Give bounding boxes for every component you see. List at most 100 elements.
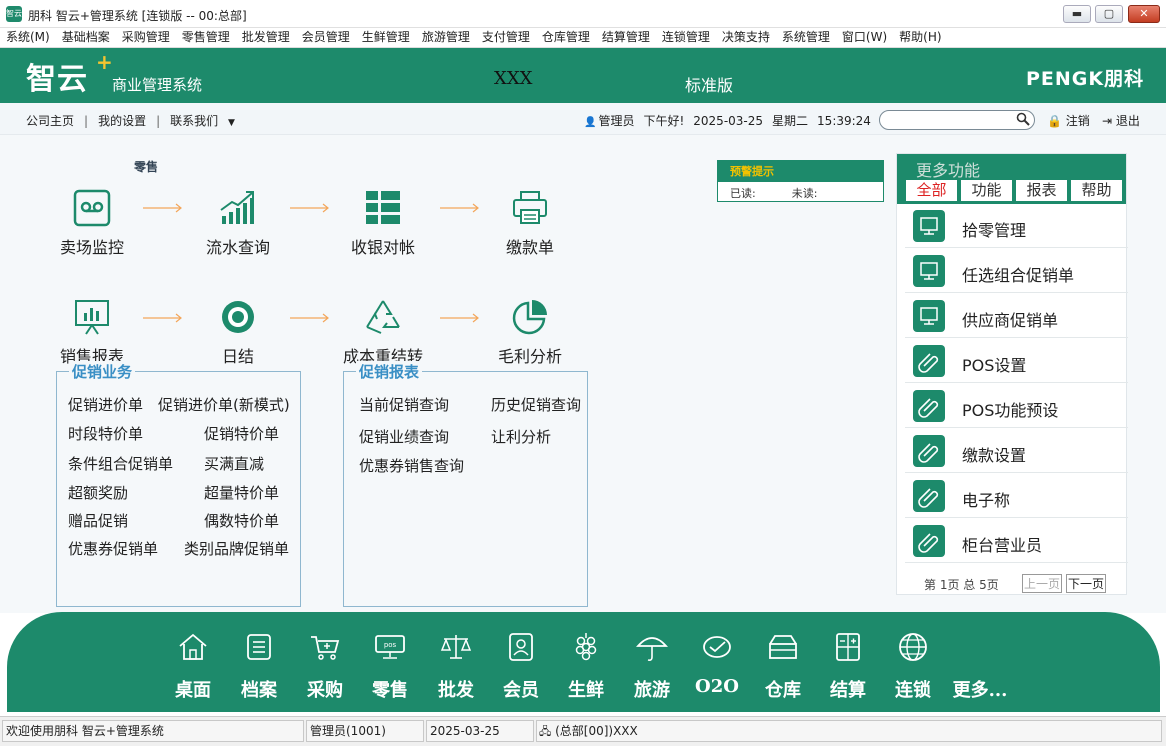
dock-o2o[interactable]: O2O [687, 630, 747, 697]
globe-icon [899, 633, 927, 661]
dock-wholesale[interactable]: 批发 [426, 630, 486, 702]
menu-payment[interactable]: 支付管理 [476, 28, 536, 46]
more-item[interactable]: 缴款设置 [905, 429, 1128, 473]
link-spend-discount[interactable]: 买满直减 [204, 453, 264, 474]
tab-reports[interactable]: 报表 [1016, 180, 1067, 201]
flow-label: 毛利分析 [497, 347, 562, 366]
warning-title: 预警提示 [718, 161, 883, 182]
menu-wholesale[interactable]: 批发管理 [236, 28, 296, 46]
member-card-icon [509, 633, 533, 661]
flow-payment-slip[interactable]: 缴款单 [480, 188, 580, 258]
greeting: 下午好! [643, 114, 685, 128]
warning-unread[interactable]: 未读: [792, 187, 818, 200]
menu-basic-files[interactable]: 基础档案 [56, 28, 116, 46]
menu-settlement[interactable]: 结算管理 [596, 28, 656, 46]
flow-sales-report[interactable]: 销售报表 [42, 297, 142, 367]
link-history-promo-query[interactable]: 历史促销查询 [491, 394, 581, 415]
link-time-special-price[interactable]: 时段特价单 [68, 423, 143, 444]
nav-home[interactable]: 公司主页 [26, 114, 74, 128]
flow-cost-recarry[interactable]: 成本重结转 [333, 297, 433, 367]
nav-settings[interactable]: 我的设置 [98, 114, 146, 128]
dock-files[interactable]: 档案 [229, 630, 289, 702]
paperclip-icon [913, 390, 945, 422]
more-item[interactable]: POS设置 [905, 339, 1128, 383]
link-coupon-sales-query[interactable]: 优惠券销售查询 [359, 455, 464, 476]
more-item[interactable]: 任选组合促销单 [905, 249, 1128, 293]
dock-label: 旅游 [634, 680, 670, 701]
link-discount-analysis[interactable]: 让利分析 [491, 426, 551, 447]
flow-cashier-reconcile[interactable]: 收银对帐 [333, 188, 433, 258]
link-gift-promo[interactable]: 赠品促销 [68, 510, 128, 531]
dock-fresh[interactable]: 生鲜 [556, 630, 616, 702]
link-volume-special-price[interactable]: 超量特价单 [204, 482, 279, 503]
cart-icon [311, 636, 340, 660]
menu-retail[interactable]: 零售管理 [176, 28, 236, 46]
maximize-button[interactable]: ▢ [1095, 5, 1123, 23]
chevron-down-icon[interactable]: ▼ [228, 118, 235, 128]
link-promo-special-price[interactable]: 促销特价单 [204, 423, 279, 444]
minimize-button[interactable]: ▬ [1063, 5, 1091, 23]
dock-label: 连锁 [895, 680, 931, 701]
menu-warehouse[interactable]: 仓库管理 [536, 28, 596, 46]
target-icon [222, 301, 254, 333]
link-excess-reward[interactable]: 超额奖励 [68, 482, 128, 503]
flow-daily-close[interactable]: 日结 [188, 297, 288, 367]
dock-chain[interactable]: 连锁 [883, 630, 943, 702]
dock-label: 会员 [503, 680, 539, 701]
flow-margin-analysis[interactable]: 毛利分析 [480, 297, 580, 367]
dock-travel[interactable]: 旅游 [622, 630, 682, 702]
link-even-special-price[interactable]: 偶数特价单 [204, 510, 279, 531]
flow-label: 日结 [221, 347, 254, 366]
flow-transaction-query[interactable]: 流水查询 [188, 188, 288, 258]
monitor-icon [913, 300, 945, 332]
link-promo-purchase-price[interactable]: 促销进价单 [68, 394, 143, 415]
company-name: XXX [494, 68, 533, 89]
app-icon: 智云 [6, 6, 22, 22]
more-item[interactable]: 电子称 [905, 474, 1128, 518]
menu-chain[interactable]: 连锁管理 [656, 28, 716, 46]
warning-read[interactable]: 已读: [730, 187, 756, 200]
more-item[interactable]: 柜台营业员 [905, 519, 1128, 563]
menu-decision[interactable]: 决策支持 [716, 28, 776, 46]
dock-warehouse[interactable]: 仓库 [753, 630, 813, 702]
menu-system-admin[interactable]: 系统管理 [776, 28, 836, 46]
promo-business-group: 促销业务 促销进价单 促销进价单(新模式) 时段特价单 促销特价单 条件组合促销… [56, 361, 301, 607]
link-category-brand-promo[interactable]: 类别品牌促销单 [184, 538, 289, 559]
search-input[interactable] [879, 110, 1035, 130]
dock-label: 档案 [241, 680, 277, 701]
close-button[interactable]: ✕ [1128, 5, 1160, 23]
menu-fresh[interactable]: 生鲜管理 [356, 28, 416, 46]
link-promo-performance[interactable]: 促销业绩查询 [359, 426, 449, 447]
dock-purchase[interactable]: 采购 [295, 630, 355, 702]
logout-button[interactable]: 🔒 注销 [1047, 112, 1090, 129]
tab-help[interactable]: 帮助 [1071, 180, 1122, 201]
dock-member[interactable]: 会员 [491, 630, 551, 702]
tab-all[interactable]: 全部 [906, 180, 957, 201]
menu-help[interactable]: 帮助(H) [893, 28, 947, 46]
link-coupon-promo[interactable]: 优惠券促销单 [68, 538, 158, 559]
dock-retail[interactable]: pos 零售 [360, 630, 420, 702]
link-promo-purchase-price-new[interactable]: 促销进价单(新模式) [158, 394, 290, 415]
more-item[interactable]: 拾零管理 [905, 204, 1128, 248]
more-item[interactable]: 供应商促销单 [905, 294, 1128, 338]
window-titlebar: 智云 朋科 智云+管理系统 [连锁版 -- 00:总部] ▬ ▢ ✕ [0, 0, 1166, 28]
paperclip-icon [913, 525, 945, 557]
link-combo-promo[interactable]: 条件组合促销单 [68, 453, 173, 474]
exit-button[interactable]: ⇥ 退出 [1102, 112, 1140, 129]
tab-functions[interactable]: 功能 [961, 180, 1012, 201]
link-current-promo-query[interactable]: 当前促销查询 [359, 394, 449, 415]
prev-page-button[interactable]: 上一页 [1022, 574, 1063, 593]
nav-contact[interactable]: 联系我们 [170, 114, 218, 128]
menu-window[interactable]: 窗口(W) [836, 28, 893, 46]
next-page-button[interactable]: 下一页 [1066, 574, 1107, 593]
menu-travel[interactable]: 旅游管理 [416, 28, 476, 46]
more-item[interactable]: POS功能预设 [905, 384, 1128, 428]
dock-more[interactable]: 更多... [945, 676, 1015, 702]
menu-purchase[interactable]: 采购管理 [116, 28, 176, 46]
dock-settlement[interactable]: 结算 [818, 630, 878, 702]
dock-desktop[interactable]: 桌面 [163, 630, 223, 702]
menu-member[interactable]: 会员管理 [296, 28, 356, 46]
flow-store-monitor[interactable]: 卖场监控 [42, 188, 142, 258]
search-icon[interactable] [1016, 112, 1030, 130]
menu-system[interactable]: 系统(M) [0, 28, 56, 46]
